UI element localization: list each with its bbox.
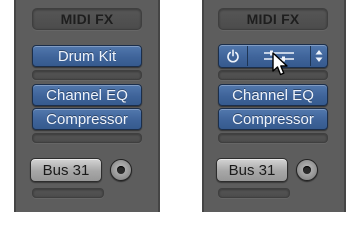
output-label: Bus 31: [42, 161, 90, 179]
empty-slot[interactable]: [218, 188, 290, 198]
mouse-pointer-icon: [272, 52, 288, 76]
empty-slot[interactable]: [32, 133, 142, 143]
empty-slot[interactable]: [32, 70, 142, 80]
output-bus-button[interactable]: Bus 31: [216, 158, 288, 182]
instrument-slot-drum-kit[interactable]: Drum Kit: [32, 45, 142, 67]
audio-fx-label: Channel EQ: [232, 86, 314, 104]
audio-fx-slot-compressor[interactable]: Compressor: [32, 108, 142, 130]
strip-border: [202, 0, 204, 212]
send-level-knob[interactable]: [296, 159, 318, 181]
audio-fx-slot-channel-eq[interactable]: Channel EQ: [218, 84, 328, 106]
strip-border: [344, 0, 346, 212]
midi-fx-label: MIDI FX: [246, 11, 300, 27]
power-button[interactable]: [219, 45, 247, 67]
send-level-knob[interactable]: [110, 159, 132, 181]
audio-fx-slot-channel-eq[interactable]: Channel EQ: [32, 84, 142, 106]
empty-slot[interactable]: [218, 133, 328, 143]
audio-fx-slot-compressor[interactable]: Compressor: [218, 108, 328, 130]
plugin-menu-button[interactable]: [311, 45, 327, 67]
channel-strip-right: MIDI FX Channel EQ Compressor Bus 31: [202, 0, 346, 212]
output-label: Bus 31: [228, 161, 276, 179]
audio-fx-label: Channel EQ: [46, 86, 128, 104]
midi-fx-label: MIDI FX: [60, 11, 114, 27]
output-bus-button[interactable]: Bus 31: [30, 158, 102, 182]
audio-fx-label: Compressor: [46, 110, 128, 128]
channel-strip-left: MIDI FX Drum Kit Channel EQ Compressor B…: [14, 0, 160, 212]
strip-border: [14, 0, 16, 212]
power-icon: [227, 49, 239, 63]
up-down-arrows-icon: [315, 50, 323, 62]
midi-fx-slot[interactable]: MIDI FX: [32, 8, 142, 30]
audio-fx-label: Compressor: [232, 110, 314, 128]
empty-slot[interactable]: [32, 188, 104, 198]
instrument-label: Drum Kit: [57, 47, 117, 65]
strip-border: [158, 0, 160, 212]
midi-fx-slot[interactable]: MIDI FX: [218, 8, 328, 30]
